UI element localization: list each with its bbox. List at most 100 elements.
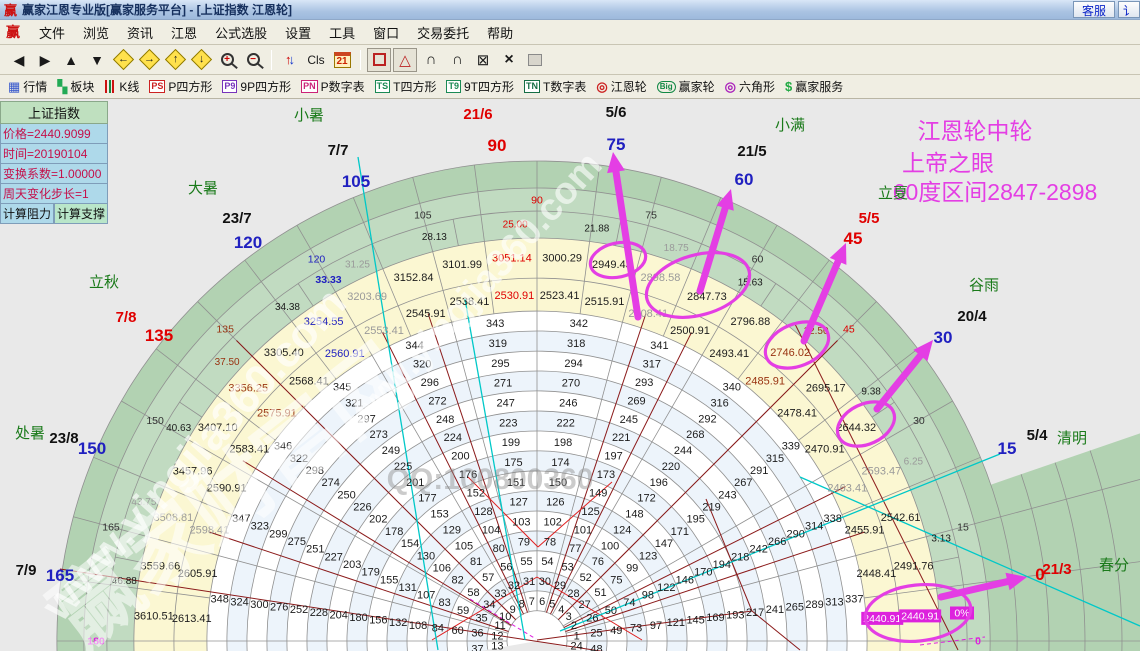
wheel-label: 198: [554, 437, 572, 449]
wheel-label: 313: [825, 596, 843, 608]
tool-t-number-table[interactable]: TN T数字表: [524, 78, 586, 95]
updown-button[interactable]: ↑↓: [278, 48, 302, 72]
panel-row-time: 时间=20190104: [0, 144, 108, 164]
menu-item-7[interactable]: 窗口: [364, 21, 408, 44]
pan-down-button[interactable]: ↓: [189, 48, 213, 72]
menu-item-6[interactable]: 工具: [320, 21, 364, 44]
wheel-label: 105: [342, 172, 370, 191]
tool-hexagon[interactable]: ◎ 六角形: [725, 78, 775, 95]
tool-9t-square[interactable]: T9 9T四方形: [446, 78, 514, 95]
wheel-label: 146: [676, 574, 694, 586]
wheel-label: 348: [211, 594, 229, 606]
tool-9p-square[interactable]: P9 9P四方形: [222, 78, 291, 95]
wheel-label: 59: [457, 605, 469, 617]
next-button[interactable]: ▶: [33, 48, 57, 72]
zoom-out-button[interactable]: −: [241, 48, 265, 72]
wheel-label: 2593.47: [862, 466, 902, 478]
wheel-label: 18.75: [664, 243, 689, 254]
pan-right-button[interactable]: →: [137, 48, 161, 72]
wheel-label: 37: [471, 643, 483, 651]
menu-item-1[interactable]: 浏览: [74, 21, 118, 44]
calc-support-button[interactable]: 计算支撑: [54, 204, 108, 224]
wheel-label: 2949.43: [592, 259, 632, 271]
wheel-label: 50: [605, 605, 617, 617]
wheel-label: 316: [710, 397, 728, 409]
wheel-label: 265: [786, 602, 804, 614]
menu-item-4[interactable]: 公式选股: [206, 21, 276, 44]
square-tool-button[interactable]: [367, 47, 391, 72]
board-tool-button[interactable]: [523, 48, 547, 72]
menu-item-9[interactable]: 帮助: [478, 21, 522, 44]
wheel-label: 127: [510, 497, 528, 509]
wheel-label: 21/6: [463, 106, 492, 123]
tool-quotes[interactable]: ▦ 行情: [8, 78, 47, 95]
wheel-label: 3: [566, 611, 572, 623]
tool-sectors[interactable]: ▚ 板块: [57, 78, 94, 95]
wheel-label: 76: [592, 556, 604, 568]
wheel-label: 130: [417, 550, 435, 562]
rotate-down-button[interactable]: ▼: [85, 48, 109, 72]
wheel-label: 4: [558, 604, 564, 616]
wheel-label: 173: [597, 469, 615, 481]
wheel-label: 5: [549, 599, 555, 611]
menu-item-2[interactable]: 资讯: [118, 21, 162, 44]
wheel-label: 小暑: [294, 107, 324, 124]
calc-resistance-button[interactable]: 计算阻力: [0, 204, 54, 224]
tool-gann-wheel[interactable]: ◎ 江恩轮: [596, 78, 646, 95]
wheel-label: 9.38: [861, 386, 881, 397]
triangle-tool-button[interactable]: △: [393, 47, 417, 72]
menu-item-5[interactable]: 设置: [276, 21, 320, 44]
wheel-label: 83: [438, 597, 450, 609]
pan-up-button[interactable]: ↑: [163, 48, 187, 72]
wheel-label: 立秋: [89, 274, 119, 291]
wheel-label: 75: [645, 210, 657, 222]
wheel-label: 32: [508, 580, 520, 592]
dollar-icon: $: [784, 79, 793, 94]
tool-winner-service[interactable]: $ 赢家服务: [785, 78, 843, 95]
wheel-label: 105: [414, 210, 432, 222]
tool-p-square[interactable]: PS P四方形: [149, 78, 212, 95]
tool-winner-wheel[interactable]: Big 赢家轮: [656, 78, 715, 95]
cross-tool-button[interactable]: ×: [497, 48, 521, 72]
arc-ccw-button[interactable]: ∩: [419, 48, 443, 72]
prev-button[interactable]: ◀: [7, 48, 31, 72]
wheel-label: 45: [843, 324, 855, 336]
arc-cw-button[interactable]: ∩: [445, 48, 469, 72]
wheel-label: 102: [543, 517, 561, 529]
gann-wheel-canvas[interactable]: 2412345678910111213 482526272829303132333…: [0, 99, 1140, 651]
clipped-edge-button[interactable]: 讠: [1118, 1, 1140, 18]
tool-t-square[interactable]: TS T四方形: [374, 78, 436, 95]
zoom-in-button[interactable]: +: [215, 48, 239, 72]
wheel-label: 2485.91: [745, 375, 785, 387]
menu-item-0[interactable]: 文件: [30, 21, 74, 44]
wheel-label: 226: [353, 502, 371, 514]
tool-kline[interactable]: K线: [104, 78, 139, 95]
cls-button[interactable]: Cls: [304, 48, 328, 72]
wheel-label: 2491.76: [894, 561, 934, 573]
customer-service-button[interactable]: 客服: [1072, 1, 1115, 18]
rotate-up-button[interactable]: ▲: [59, 48, 83, 72]
menu-item-8[interactable]: 交易委托: [408, 21, 478, 44]
wheel-label: 165: [46, 566, 74, 585]
wheel-label: 81: [470, 556, 482, 568]
wheel-label: 49: [610, 625, 622, 637]
wheel-label: 2455.91: [845, 524, 885, 536]
grid-box-button[interactable]: ⊠: [471, 48, 495, 72]
wheel-label: 27: [578, 599, 590, 611]
tool-p-number-table[interactable]: PN P数字表: [301, 78, 365, 95]
pan-left-button[interactable]: ←: [111, 48, 135, 72]
panel-row-price: 价格=2440.9099: [0, 124, 108, 144]
wheel-label: 223: [499, 417, 517, 429]
calendar-button[interactable]: 21: [330, 48, 354, 72]
menu-item-3[interactable]: 江恩: [162, 21, 206, 44]
wheel-label: 126: [546, 497, 564, 509]
toolbar-separator: [360, 49, 361, 70]
wheel-label: 194: [713, 559, 731, 571]
title-bar: 赢 赢家江恩专业版[赢家服务平台] - [上证指数 江恩轮] 客服 讠: [0, 0, 1140, 20]
wheel-label: 2847.73: [687, 291, 727, 303]
wheel-label: 36: [471, 628, 483, 640]
wheel-label: 120: [234, 233, 262, 252]
wheel-label: 178: [385, 526, 403, 538]
wheel-label: 2: [571, 620, 577, 632]
badge-icon: P9: [222, 80, 238, 93]
